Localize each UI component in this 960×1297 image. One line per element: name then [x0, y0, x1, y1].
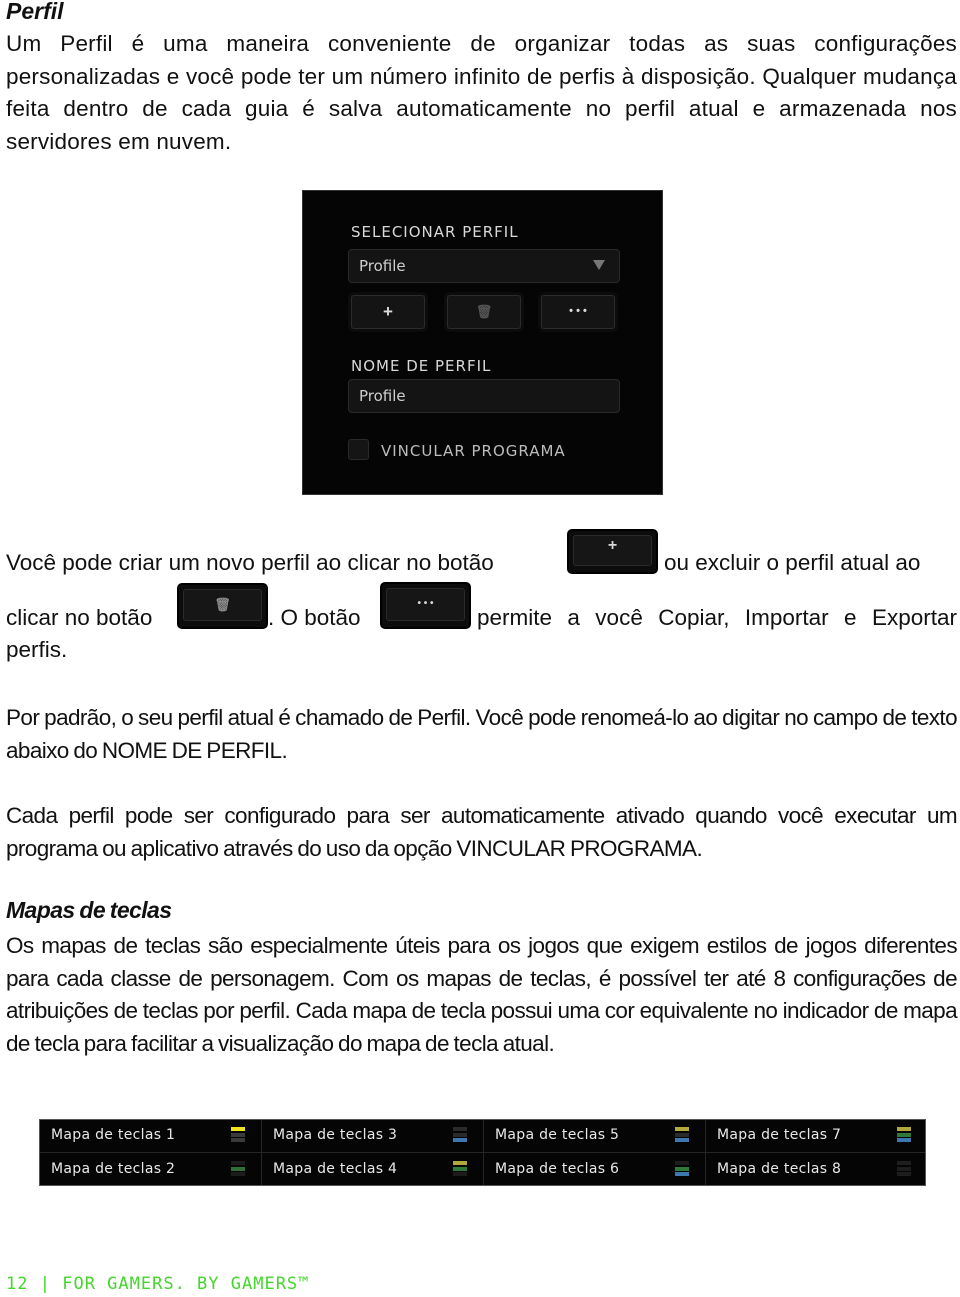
indicator-bar-3 — [231, 1172, 245, 1176]
keymap-label: Mapa de teclas 2 — [51, 1161, 176, 1177]
link-program-checkbox[interactable] — [348, 439, 369, 460]
link-program-label: VINCULAR PROGRAMA — [381, 442, 566, 460]
keymap-item-2[interactable]: Mapa de teclas 2 — [40, 1154, 261, 1186]
indicator-bar-2 — [897, 1132, 911, 1137]
inline-more-button-image: • • • — [380, 582, 471, 629]
keymap-item-5[interactable]: Mapa de teclas 5 — [484, 1120, 705, 1152]
buttons-text-part3: clicar no botão — [6, 605, 153, 630]
ellipsis-icon: • • • — [569, 305, 587, 317]
keymap-label: Mapa de teclas 7 — [717, 1127, 842, 1143]
buttons-text-part4: . O botão — [268, 605, 361, 630]
profile-name-value: Profile — [359, 387, 406, 405]
indicator-bar-1 — [231, 1161, 245, 1165]
keymap-item-6[interactable]: Mapa de teclas 6 — [484, 1154, 705, 1186]
indicator-bar-2 — [453, 1166, 467, 1171]
indicator-bar-3 — [231, 1138, 245, 1142]
indicator-bar-1 — [231, 1127, 245, 1131]
keymap-indicator-icon — [897, 1161, 911, 1178]
link-program-paragraph: Cada perfil pode ser configurado para se… — [6, 803, 958, 861]
keymap-indicator-icon — [453, 1161, 467, 1178]
section-heading-keymaps: Mapas de teclas — [6, 897, 172, 923]
buttons-text-part1: Você pode criar um novo perfil ao clicar… — [6, 550, 494, 575]
keymap-indicator-icon — [231, 1161, 245, 1178]
indicator-bar-3 — [897, 1172, 911, 1176]
trash-icon: 🗑 — [475, 304, 493, 319]
keymap-item-8[interactable]: Mapa de teclas 8 — [706, 1154, 927, 1186]
page-footer: 12 | FOR GAMERS. BY GAMERS™ — [6, 1274, 309, 1294]
profile-select-dropdown[interactable]: Profile — [348, 249, 620, 283]
indicator-bar-1 — [453, 1161, 467, 1165]
keymaps-paragraph: Os mapas de teclas são especialmente úte… — [6, 933, 958, 1056]
trash-icon: 🗑 — [214, 597, 231, 612]
profile-intro-paragraph: Um Perfil é uma maneira conveniente de o… — [6, 31, 957, 154]
profile-name-label: NOME DE PERFIL — [351, 357, 492, 375]
section-heading-profile: Perfil — [6, 0, 64, 24]
indicator-bar-1 — [897, 1161, 911, 1165]
ellipsis-icon: • • • — [417, 598, 434, 609]
select-profile-label: SELECIONAR PERFIL — [351, 223, 519, 241]
indicator-bar-3 — [675, 1138, 689, 1142]
indicator-bar-3 — [453, 1138, 467, 1142]
more-options-button[interactable]: • • • — [541, 295, 615, 329]
plus-icon: + — [383, 302, 393, 321]
keymap-item-3[interactable]: Mapa de teclas 3 — [262, 1120, 483, 1152]
plus-icon: + — [607, 537, 618, 554]
indicator-bar-2 — [675, 1132, 689, 1137]
keymap-item-1[interactable]: Mapa de teclas 1 — [40, 1120, 261, 1152]
indicator-bar-1 — [675, 1161, 689, 1165]
indicator-bar-1 — [897, 1127, 911, 1131]
profile-name-input[interactable]: Profile — [348, 379, 620, 413]
keymap-indicator-icon — [675, 1127, 689, 1144]
keymap-indicator-icon — [231, 1127, 245, 1144]
keymap-item-4[interactable]: Mapa de teclas 4 — [262, 1154, 483, 1186]
profile-panel: SELECIONAR PERFIL Profile + 🗑 • • • NOME… — [302, 190, 663, 495]
indicator-bar-1 — [675, 1127, 689, 1131]
keymap-label: Mapa de teclas 4 — [273, 1161, 398, 1177]
buttons-text-part6: perfis. — [6, 637, 68, 662]
keymap-item-7[interactable]: Mapa de teclas 7 — [706, 1120, 927, 1152]
indicator-bar-2 — [897, 1166, 911, 1171]
keymap-indicator-icon — [675, 1161, 689, 1178]
keymap-label: Mapa de teclas 5 — [495, 1127, 620, 1143]
footer-separator: | — [39, 1274, 51, 1294]
keymap-indicator-icon — [453, 1127, 467, 1144]
keymap-label: Mapa de teclas 3 — [273, 1127, 398, 1143]
inline-add-button-image: + — [567, 529, 658, 574]
indicator-bar-3 — [453, 1172, 467, 1176]
default-profile-paragraph: Por padrão, o seu perfil atual é chamado… — [6, 705, 958, 763]
indicator-bar-2 — [453, 1132, 467, 1137]
keymap-indicator-icon — [897, 1127, 911, 1144]
footer-tagline: FOR GAMERS. BY GAMERS™ — [62, 1274, 310, 1294]
indicator-bar-2 — [675, 1166, 689, 1171]
indicator-bar-1 — [453, 1127, 467, 1131]
keymap-selector: Mapa de teclas 1 Mapa de teclas 2 Mapa d… — [39, 1119, 926, 1186]
buttons-text-part5: permite a você Copiar, Importar e Export… — [477, 605, 957, 630]
delete-profile-button[interactable]: 🗑 — [447, 295, 521, 329]
keymap-label: Mapa de teclas 8 — [717, 1161, 842, 1177]
add-profile-button[interactable]: + — [351, 295, 425, 329]
page-number: 12 — [6, 1274, 29, 1294]
selected-profile-value: Profile — [359, 257, 406, 275]
indicator-bar-2 — [231, 1166, 245, 1171]
buttons-text-part2: ou excluir o perfil atual ao — [664, 550, 921, 575]
keymap-label: Mapa de teclas 1 — [51, 1127, 176, 1143]
dropdown-arrow-icon — [593, 260, 605, 270]
indicator-bar-2 — [231, 1132, 245, 1137]
indicator-bar-3 — [675, 1172, 689, 1176]
indicator-bar-3 — [897, 1138, 911, 1142]
inline-delete-button-image: 🗑 — [177, 583, 268, 629]
keymap-label: Mapa de teclas 6 — [495, 1161, 620, 1177]
